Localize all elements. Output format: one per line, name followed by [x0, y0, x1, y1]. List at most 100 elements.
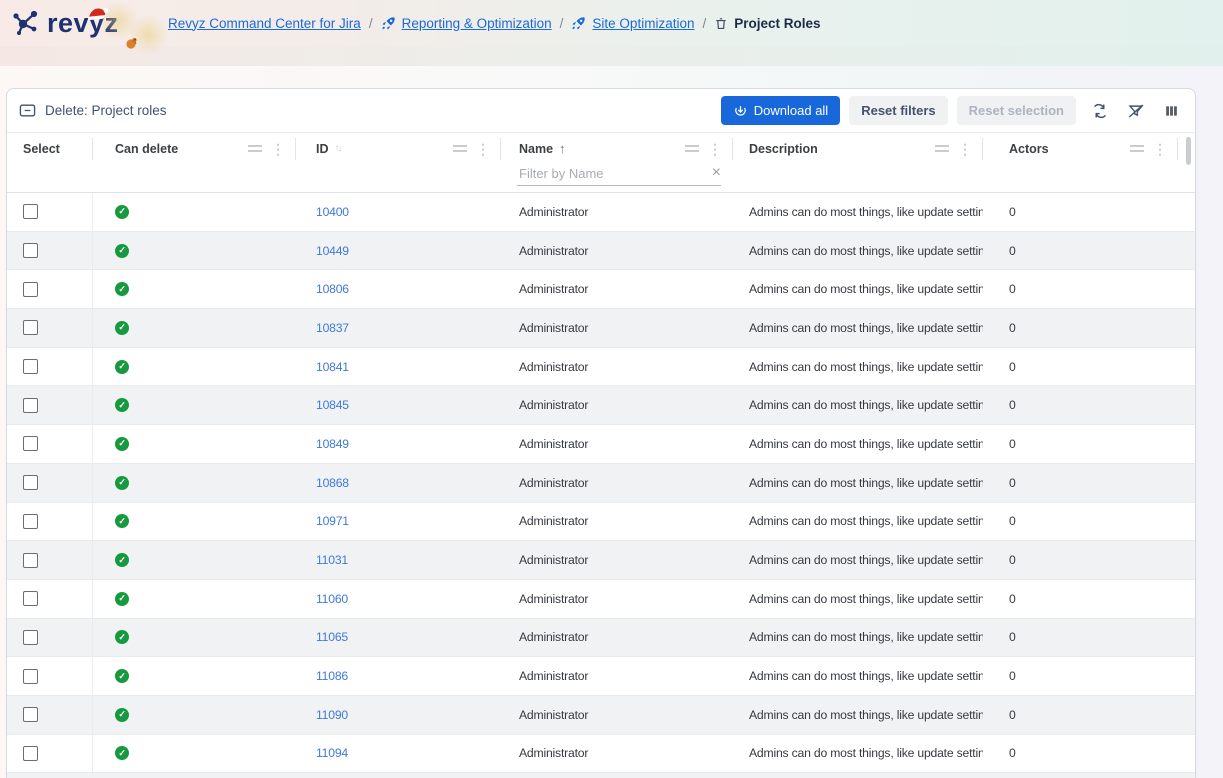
header-gradient-band — [0, 46, 1223, 66]
row-id-link[interactable]: 10449 — [316, 244, 349, 258]
download-all-button[interactable]: Download all — [721, 96, 840, 125]
row-actors-count: 0 — [1009, 437, 1016, 451]
row-id-link[interactable]: 11090 — [316, 708, 348, 722]
card-toolbar: Delete: Project roles Download all Reset… — [7, 89, 1195, 133]
refresh-button[interactable] — [1088, 99, 1112, 123]
row-checkbox[interactable] — [23, 398, 38, 413]
table-row: ✓ 10837 Administrator Admins can do most… — [7, 309, 1195, 348]
row-checkbox[interactable] — [23, 630, 38, 645]
row-checkbox[interactable] — [23, 707, 38, 722]
row-actors-count: 0 — [1009, 321, 1016, 335]
can-delete-check-icon: ✓ — [115, 630, 129, 644]
column-header-description[interactable]: Description ⋮ — [733, 138, 983, 160]
row-checkbox[interactable] — [23, 746, 38, 761]
screen-minus-icon — [19, 103, 36, 118]
row-description: Admins can do most things, like update s… — [749, 746, 983, 760]
row-id-link[interactable]: 11060 — [316, 592, 348, 606]
row-checkbox[interactable] — [23, 359, 38, 374]
row-id-link[interactable]: 11086 — [316, 669, 348, 683]
can-delete-check-icon: ✓ — [115, 205, 129, 219]
row-id-link[interactable]: 11094 — [316, 746, 348, 760]
row-id-link[interactable]: 10837 — [316, 321, 349, 335]
disable-filters-button[interactable] — [1124, 99, 1148, 123]
breadcrumb-link-command-center[interactable]: Revyz Command Center for Jira — [168, 16, 361, 31]
row-name: Administrator — [519, 437, 588, 451]
drag-handle-icon[interactable] — [453, 145, 467, 152]
clear-filter-icon[interactable]: × — [712, 164, 721, 182]
can-delete-check-icon: ✓ — [115, 282, 129, 296]
breadcrumb-link-site-optimization[interactable]: Site Optimization — [592, 16, 694, 31]
row-checkbox[interactable] — [23, 243, 38, 258]
card-title: Delete: Project roles — [45, 103, 167, 118]
row-actors-count: 0 — [1009, 398, 1016, 412]
drag-handle-icon[interactable] — [1130, 145, 1144, 152]
column-header-can-delete[interactable]: Can delete ⋮ — [93, 138, 296, 160]
drag-handle-icon[interactable] — [935, 145, 949, 152]
row-description: Admins can do most things, like update s… — [749, 630, 983, 644]
row-checkbox[interactable] — [23, 204, 38, 219]
row-id-link[interactable]: 10849 — [316, 437, 349, 451]
column-menu-icon[interactable]: ⋮ — [958, 144, 972, 154]
row-checkbox[interactable] — [23, 553, 38, 568]
row-actors-count: 0 — [1009, 244, 1016, 258]
table-row: ✓ 10971 Administrator Admins can do most… — [7, 503, 1195, 542]
drag-handle-icon[interactable] — [685, 145, 699, 152]
row-name: Administrator — [519, 708, 588, 722]
vertical-scrollbar[interactable] — [1186, 137, 1191, 165]
table-row: ✓ 10449 Administrator Admins can do most… — [7, 232, 1195, 271]
row-name: Administrator — [519, 360, 588, 374]
reset-filters-button[interactable]: Reset filters — [849, 96, 947, 125]
column-header-actors[interactable]: Actors ⋮ — [983, 138, 1178, 160]
download-icon — [733, 103, 748, 118]
row-name: Administrator — [519, 476, 588, 490]
breadcrumb-separator: / — [560, 16, 564, 31]
row-id-link[interactable]: 10845 — [316, 398, 349, 412]
brand-logo[interactable]: revyz — [10, 7, 152, 39]
row-id-link[interactable]: 11031 — [316, 553, 348, 567]
column-header-select: Select — [7, 138, 93, 160]
filter-off-icon — [1127, 102, 1145, 120]
breadcrumb-separator: / — [369, 16, 373, 31]
row-actors-count: 0 — [1009, 708, 1016, 722]
row-name: Administrator — [519, 514, 588, 528]
table-row: ✓ 10806 Administrator Admins can do most… — [7, 270, 1195, 309]
row-checkbox[interactable] — [23, 282, 38, 297]
column-menu-icon[interactable]: ⋮ — [1153, 144, 1167, 154]
row-actors-count: 0 — [1009, 592, 1016, 606]
breadcrumb-link-reporting-optimization[interactable]: Reporting & Optimization — [402, 16, 552, 31]
can-delete-check-icon: ✓ — [115, 476, 129, 490]
row-id-link[interactable]: 10400 — [316, 205, 349, 219]
row-actors-count: 0 — [1009, 282, 1016, 296]
breadcrumb-separator: / — [702, 16, 706, 31]
row-checkbox[interactable] — [23, 475, 38, 490]
can-delete-check-icon: ✓ — [115, 437, 129, 451]
row-checkbox[interactable] — [23, 669, 38, 684]
column-menu-icon[interactable]: ⋮ — [271, 144, 285, 154]
table-row: ✓ 11086 Administrator Admins can do most… — [7, 657, 1195, 696]
row-description: Admins can do most things, like update s… — [749, 669, 983, 683]
row-id-link[interactable]: 10971 — [316, 514, 349, 528]
reset-selection-button[interactable]: Reset selection — [957, 96, 1076, 125]
column-header-name[interactable]: Name ↑ ⋮ — [501, 138, 733, 160]
row-checkbox[interactable] — [23, 514, 38, 529]
drag-handle-icon[interactable] — [248, 145, 262, 152]
project-roles-card: Delete: Project roles Download all Reset… — [6, 88, 1196, 778]
row-checkbox[interactable] — [23, 320, 38, 335]
name-filter-input[interactable] — [517, 164, 721, 186]
column-header-id[interactable]: ID ↑↓ ⋮ — [296, 138, 501, 160]
sort-both-icon[interactable]: ↑↓ — [335, 143, 341, 154]
columns-button[interactable] — [1160, 100, 1183, 122]
table-row: ✓ 11065 Administrator Admins can do most… — [7, 619, 1195, 658]
column-menu-icon[interactable]: ⋮ — [476, 144, 490, 154]
row-id-link[interactable]: 10841 — [316, 360, 349, 374]
sort-ascending-icon[interactable]: ↑ — [559, 141, 566, 156]
row-checkbox[interactable] — [23, 591, 38, 606]
column-menu-icon[interactable]: ⋮ — [708, 144, 722, 154]
table-row: ✓ 11031 Administrator Admins can do most… — [7, 541, 1195, 580]
row-id-link[interactable]: 10806 — [316, 282, 349, 296]
row-description: Admins can do most things, like update s… — [749, 476, 983, 490]
row-id-link[interactable]: 11065 — [316, 630, 348, 644]
row-checkbox[interactable] — [23, 436, 38, 451]
row-id-link[interactable]: 10868 — [316, 476, 349, 490]
can-delete-check-icon: ✓ — [115, 360, 129, 374]
